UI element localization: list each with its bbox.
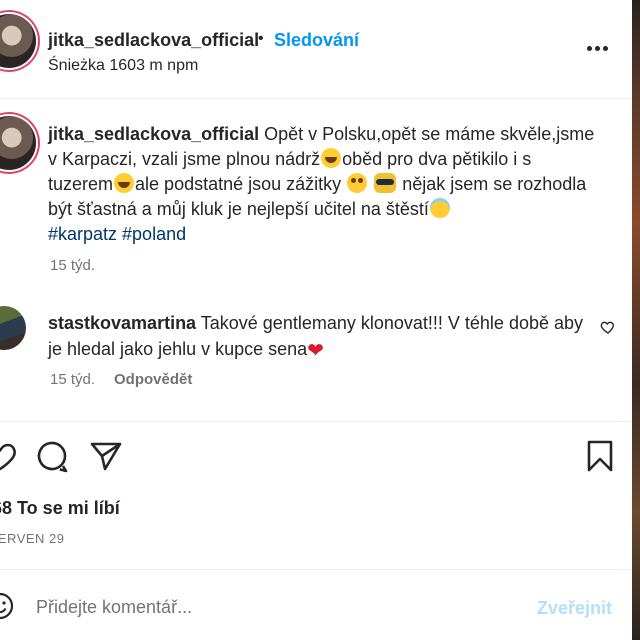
background-photo-edge (632, 0, 640, 640)
save-bookmark-icon[interactable] (582, 438, 618, 474)
more-options-icon[interactable] (586, 36, 610, 60)
post-date[interactable]: ČERVEN 29 (0, 531, 65, 546)
actions-divider (0, 421, 632, 422)
comment-input[interactable] (36, 593, 516, 621)
smiling-halo-emoji-icon (429, 198, 450, 218)
caption-text-3: ale podstatné jsou zážitky (135, 174, 342, 194)
composer-divider (0, 569, 632, 570)
header-separator: • (258, 30, 264, 47)
following-button[interactable]: Sledování (274, 30, 359, 51)
post-comment-button[interactable]: Zveřejnit (537, 598, 612, 619)
reply-button[interactable]: Odpovědět (114, 371, 192, 388)
comment-timestamp[interactable]: 15 týd. (50, 371, 95, 388)
author-username[interactable]: jitka_sedlackova_official (48, 30, 259, 51)
red-heart-emoji-icon: ❤ (307, 340, 324, 362)
comment-like-heart-icon[interactable] (600, 319, 616, 335)
dizzy-face-emoji-icon (347, 173, 368, 193)
rofl-emoji-icon (114, 173, 135, 193)
post-location[interactable]: Śnieżka 1603 m npm (48, 57, 198, 75)
grinning-emoji-icon (321, 148, 342, 168)
likes-count[interactable]: 68 To se mi líbí (0, 498, 120, 519)
share-paper-plane-icon[interactable] (88, 438, 124, 474)
header-divider (0, 98, 632, 99)
caption-username[interactable]: jitka_sedlackova_official (48, 124, 259, 144)
comment-bubble-icon[interactable] (34, 438, 70, 474)
caption-avatar[interactable] (0, 116, 36, 170)
caption-timestamp[interactable]: 15 týd. (50, 257, 95, 274)
caption-hashtags[interactable]: #karpatz #poland (48, 224, 186, 244)
author-avatar[interactable] (0, 14, 36, 68)
post-caption: jitka_sedlackova_official Opět v Polsku,… (48, 122, 596, 247)
comment-username[interactable]: stastkovamartina (48, 313, 196, 333)
like-heart-icon[interactable] (0, 438, 18, 474)
post-panel: jitka_sedlackova_official • Sledování Śn… (0, 0, 632, 640)
emoji-picker-icon[interactable] (0, 592, 14, 620)
sunglasses-face-emoji-icon (374, 173, 397, 193)
commenter-avatar[interactable] (0, 306, 26, 350)
comment-body: stastkovamartina Takové gentlemany klono… (48, 310, 596, 364)
